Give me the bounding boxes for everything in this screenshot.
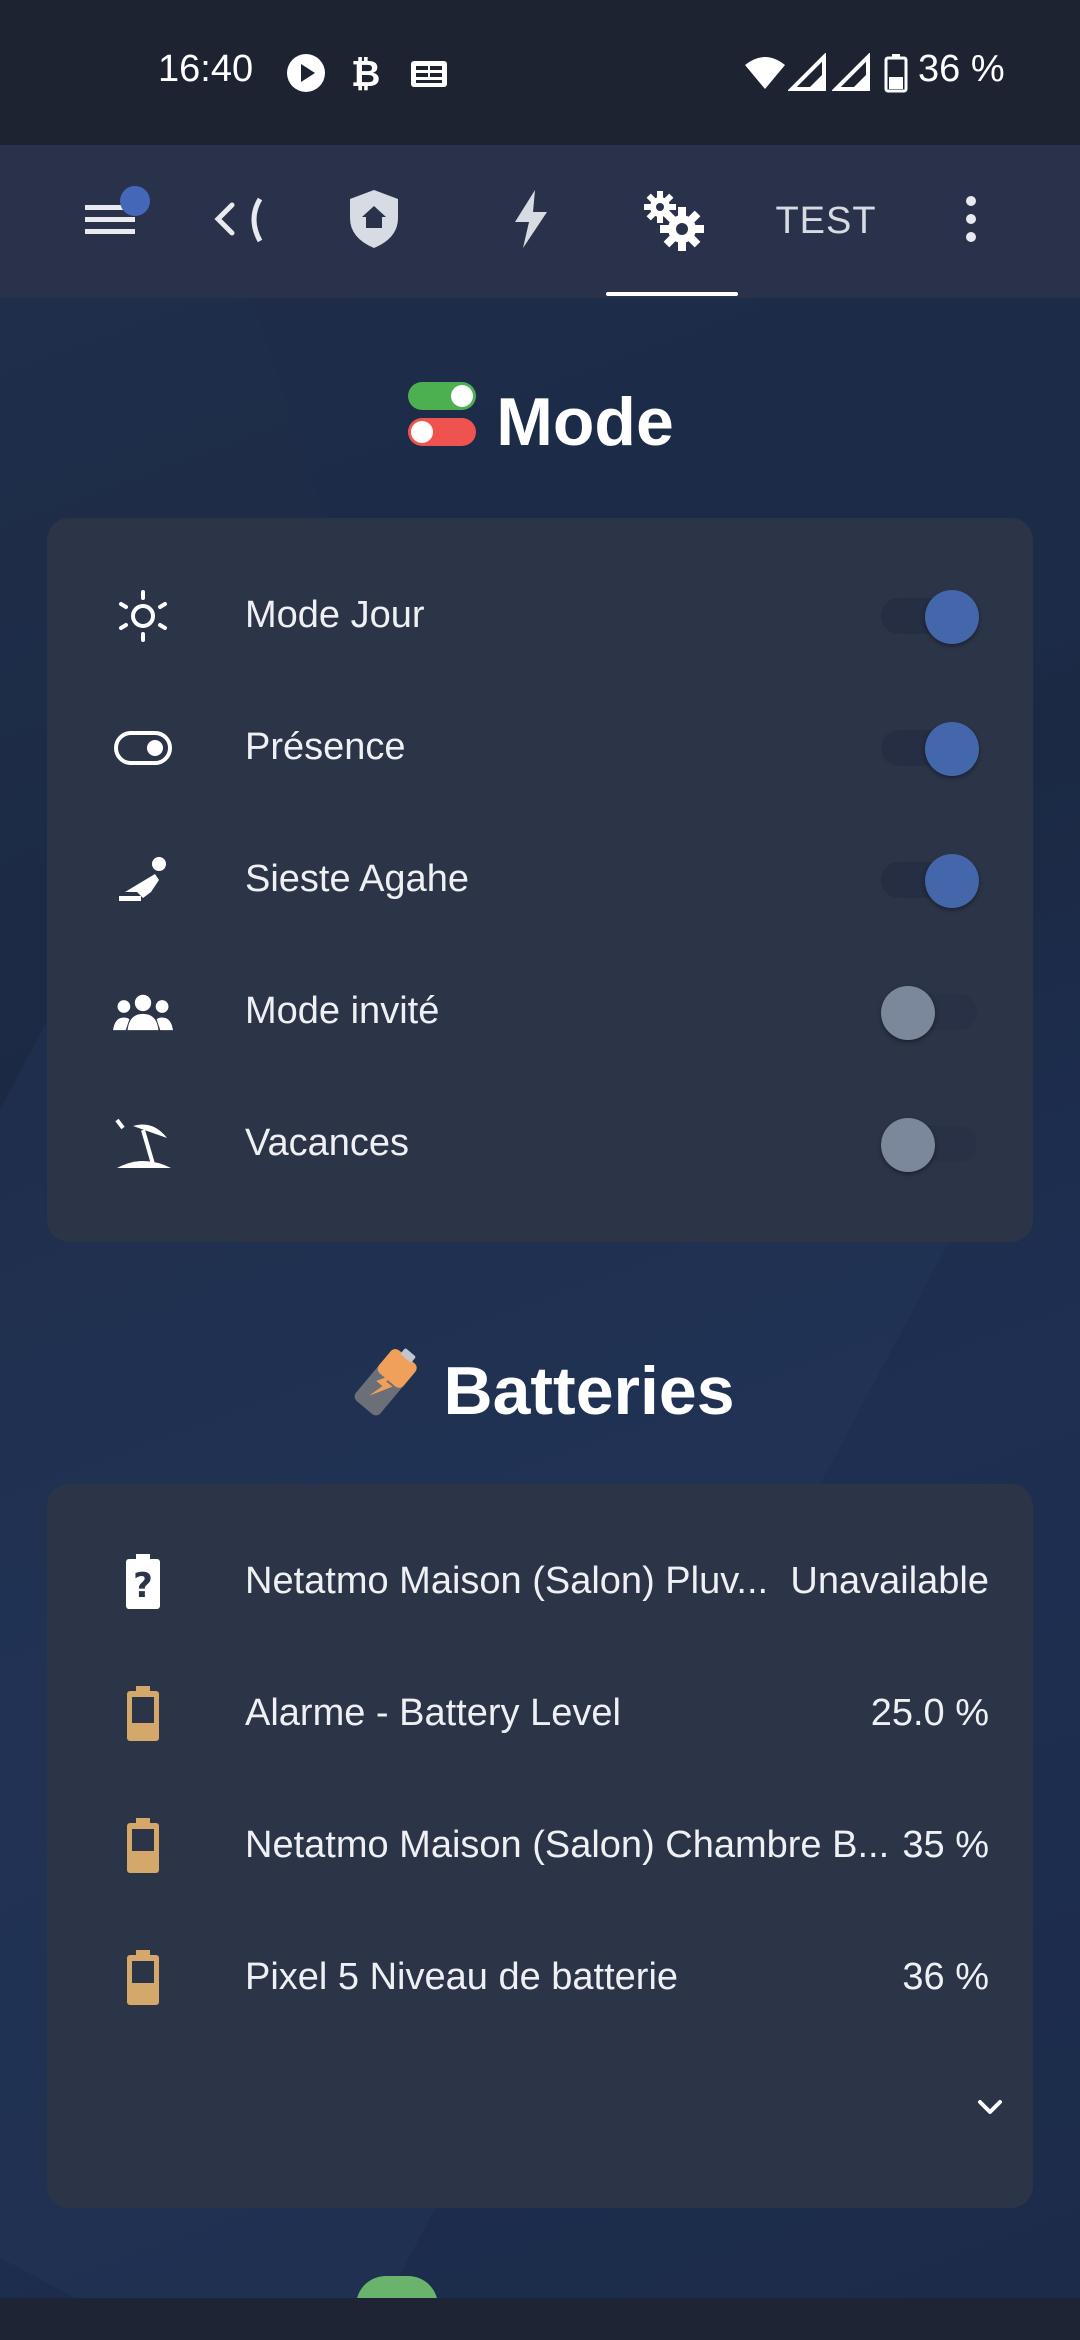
expand-chevron-icon[interactable] xyxy=(970,2088,1010,2133)
mode-card: Mode Jour Présence Sieste Agahe Mode inv… xyxy=(47,518,1033,1242)
battery-unknown-icon: ? xyxy=(113,1552,173,1612)
wifi-icon xyxy=(744,53,786,98)
battery-row-label: Pixel 5 Niveau de batterie xyxy=(245,1956,679,1998)
mode-row-label: Mode Jour xyxy=(245,594,425,636)
app-toolbar: TEST xyxy=(0,145,1080,298)
battery-charging-emoji-icon xyxy=(345,1343,425,1439)
mode-row-label: Mode invité xyxy=(245,990,440,1032)
presence-toggle[interactable] xyxy=(881,722,979,776)
mode-row-mode-jour[interactable]: Mode Jour xyxy=(47,550,1033,682)
battery-row[interactable]: Alarme - Battery Level 25.0 % xyxy=(47,1648,1033,1780)
battery-row-label: Netatmo Maison (Salon) Chambre B... xyxy=(245,1824,890,1866)
play-icon xyxy=(286,53,326,98)
battery-row-value: 25.0 % xyxy=(870,1692,989,1734)
sleep-icon xyxy=(113,850,173,910)
tab-home-security[interactable] xyxy=(346,145,402,298)
tab-settings[interactable] xyxy=(630,145,714,298)
battery-row-label: Netatmo Maison (Salon) Pluv... xyxy=(245,1560,769,1602)
active-tab-indicator xyxy=(606,292,738,296)
batteries-card: ? Netatmo Maison (Salon) Pluv... Unavail… xyxy=(47,1484,1033,2208)
vacances-toggle[interactable] xyxy=(881,1118,977,1172)
bitcoin-icon: ₿ xyxy=(348,53,384,98)
more-vert-icon xyxy=(963,195,979,248)
lightning-icon xyxy=(511,188,551,255)
mode-row-sieste-agahe[interactable]: Sieste Agahe xyxy=(47,814,1033,946)
battery-icon xyxy=(113,1684,173,1744)
battery-row-value: 35 % xyxy=(902,1824,989,1866)
battery-icon xyxy=(113,1816,173,1876)
battery-row-value: Unavailable xyxy=(790,1560,989,1602)
signal-icon xyxy=(831,52,870,98)
sieste-agahe-toggle[interactable] xyxy=(881,854,979,908)
battery-row[interactable]: Netatmo Maison (Salon) Chambre B... 35 % xyxy=(47,1780,1033,1912)
battery-icon xyxy=(884,53,908,98)
tab-test[interactable]: TEST xyxy=(770,145,882,298)
mode-invite-toggle[interactable] xyxy=(881,986,977,1040)
menu-button[interactable] xyxy=(70,145,150,298)
mode-row-label: Vacances xyxy=(245,1122,410,1164)
sun-icon xyxy=(113,586,173,646)
batteries-section-title: Batteries xyxy=(0,1336,1080,1446)
signal-icon xyxy=(787,52,826,98)
beach-icon xyxy=(113,1114,173,1174)
cogs-icon xyxy=(640,187,704,256)
mode-jour-toggle[interactable] xyxy=(881,590,979,644)
shield-home-icon xyxy=(346,188,402,255)
mode-row-vacances[interactable]: Vacances xyxy=(47,1078,1033,1210)
status-bar: 16:40 ₿ 36 % xyxy=(0,0,1080,145)
navigation-bar xyxy=(0,2298,1080,2340)
back-tab-icon xyxy=(208,193,268,250)
mode-row-presence[interactable]: Présence xyxy=(47,682,1033,814)
tab-test-label: TEST xyxy=(775,200,877,242)
mode-row-label: Sieste Agahe xyxy=(245,858,469,900)
mode-row-label: Présence xyxy=(245,726,406,768)
batteries-title: Batteries xyxy=(443,1353,735,1429)
svg-text:?: ? xyxy=(133,1566,153,1606)
status-time: 16:40 xyxy=(158,48,254,90)
news-icon xyxy=(410,53,448,98)
battery-row-label: Alarme - Battery Level xyxy=(245,1692,621,1734)
mode-section-title: Mode xyxy=(0,372,1080,472)
svg-text:₿: ₿ xyxy=(351,54,380,93)
toggles-icon xyxy=(406,380,478,464)
battery-icon xyxy=(113,1948,173,2008)
tab-energy[interactable] xyxy=(496,145,566,298)
toggle-switch-icon xyxy=(113,718,173,778)
battery-row[interactable]: ? Netatmo Maison (Salon) Pluv... Unavail… xyxy=(47,1516,1033,1648)
overflow-menu-button[interactable] xyxy=(944,145,998,298)
notification-badge xyxy=(120,186,150,216)
group-icon xyxy=(113,982,173,1042)
mode-title: Mode xyxy=(496,384,674,460)
battery-row[interactable]: Pixel 5 Niveau de batterie 36 % xyxy=(47,1912,1033,2044)
mode-row-mode-invite[interactable]: Mode invité xyxy=(47,946,1033,1078)
battery-row-value: 36 % xyxy=(902,1956,989,1998)
status-battery-percent: 36 % xyxy=(918,48,1005,90)
tab-previous[interactable] xyxy=(198,145,278,298)
